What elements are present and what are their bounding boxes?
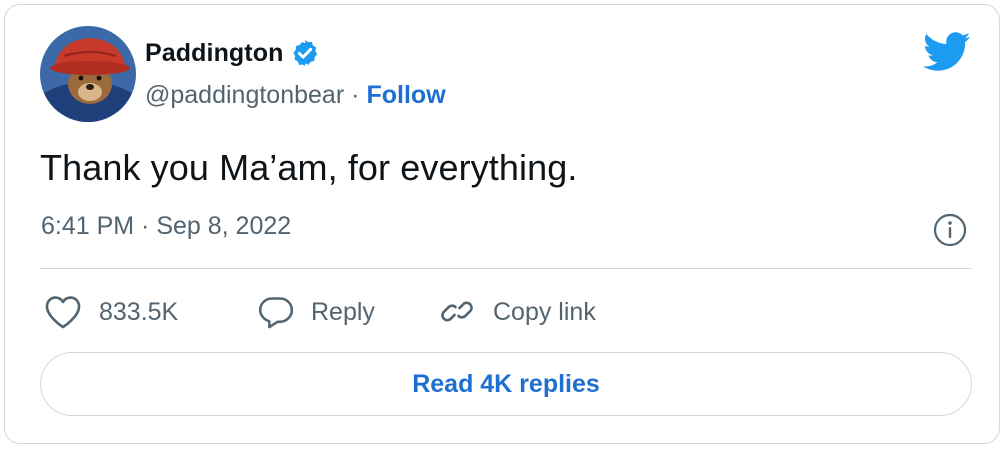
verified-badge-icon xyxy=(293,39,318,67)
author-handle-row: @paddingtonbear · Follow xyxy=(145,78,446,112)
reply-bubble-icon xyxy=(258,297,294,329)
divider xyxy=(40,268,972,269)
like-count: 833.5K xyxy=(99,297,179,326)
twitter-bird-icon[interactable] xyxy=(923,32,971,72)
read-replies-button[interactable]: Read 4K replies xyxy=(40,352,972,416)
separator-dot: · xyxy=(351,80,360,109)
follow-button[interactable]: Follow xyxy=(366,81,445,110)
author-handle[interactable]: @paddingtonbear xyxy=(145,81,344,110)
author-avatar[interactable] xyxy=(40,26,136,122)
link-icon xyxy=(441,301,473,322)
tweet-text: Thank you Ma’am, for everything. xyxy=(40,147,578,188)
author-display-name[interactable]: Paddington xyxy=(145,39,283,68)
heart-icon xyxy=(45,296,81,329)
paddington-avatar xyxy=(40,26,136,122)
reply-label: Reply xyxy=(311,297,375,326)
copy-link-label: Copy link xyxy=(493,297,596,326)
copy-link-action[interactable]: Copy link xyxy=(437,292,596,332)
info-icon[interactable] xyxy=(932,212,968,248)
tweet-embed-card: Paddington @paddingtonbear · Follow Than… xyxy=(4,4,1000,444)
reply-action[interactable]: Reply xyxy=(257,292,375,332)
tweet-timestamp[interactable]: 6:41 PM · Sep 8, 2022 xyxy=(41,212,291,241)
like-action[interactable]: 833.5K xyxy=(43,292,178,332)
author-name-row: Paddington xyxy=(145,36,320,70)
